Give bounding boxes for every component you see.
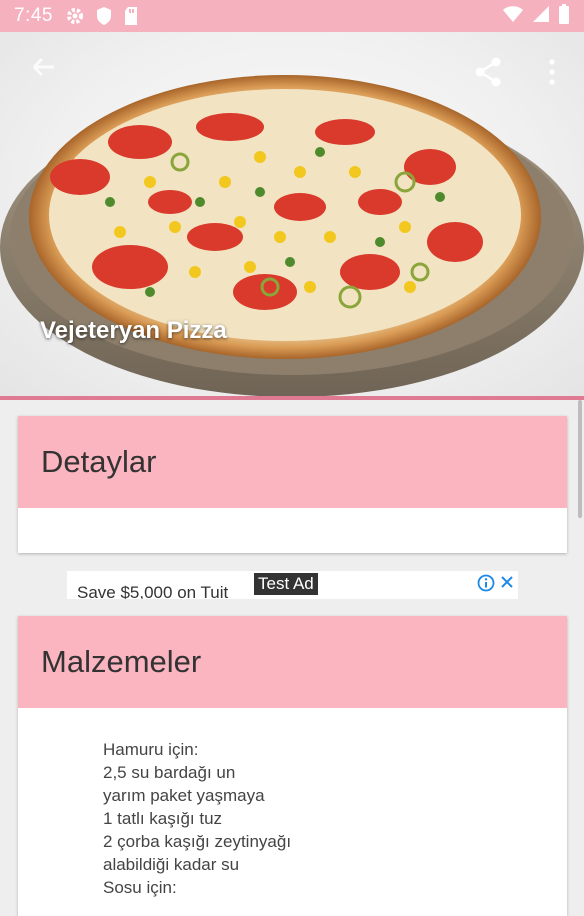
shield-icon bbox=[95, 6, 113, 26]
ad-info-icon[interactable] bbox=[477, 574, 495, 592]
more-vert-icon[interactable] bbox=[542, 58, 562, 86]
ingredient-line: 1 tatlı kaşığı tuz bbox=[103, 809, 223, 828]
share-icon[interactable] bbox=[472, 56, 504, 88]
recipe-title: Vejeteryan Pizza bbox=[40, 317, 227, 344]
details-title: Detaylar bbox=[41, 444, 157, 479]
sd-card-icon bbox=[123, 6, 139, 26]
ad-close-icon[interactable] bbox=[499, 574, 515, 590]
scrollbar[interactable] bbox=[578, 400, 582, 518]
ingredients-card: Malzemeler Hamuru için: 2,5 su bardağı u… bbox=[18, 616, 567, 916]
status-time: 7:45 bbox=[14, 5, 53, 26]
wifi-icon bbox=[502, 5, 524, 28]
test-ad-label: Test Ad bbox=[254, 573, 318, 595]
ingredients-list: Hamuru için: 2,5 su bardağı un yarım pak… bbox=[18, 708, 567, 899]
back-arrow-icon[interactable] bbox=[28, 52, 58, 82]
ingredients-title: Malzemeler bbox=[41, 644, 202, 679]
ingredient-line: 2,5 su bardağı un bbox=[103, 763, 236, 782]
details-card-header: Detaylar bbox=[18, 416, 567, 508]
ad-text[interactable]: Save $5,000 on Tuit bbox=[77, 583, 228, 599]
status-bar: 7:45 bbox=[0, 0, 584, 32]
ingredients-card-header: Malzemeler bbox=[18, 616, 567, 708]
ingredient-line: Sosu için: bbox=[103, 878, 177, 897]
hero-divider bbox=[0, 396, 584, 400]
battery-icon bbox=[558, 3, 570, 29]
details-card: Detaylar bbox=[18, 416, 567, 553]
ingredient-line: 2 çorba kaşığı zeytinyağı bbox=[103, 832, 292, 851]
gear-icon bbox=[65, 6, 85, 26]
ingredient-line: Hamuru için: bbox=[103, 740, 199, 759]
signal-icon bbox=[532, 5, 550, 28]
ingredient-line: yarım paket yaşmaya bbox=[103, 786, 265, 805]
ingredient-line: alabildiği kadar su bbox=[103, 855, 240, 874]
